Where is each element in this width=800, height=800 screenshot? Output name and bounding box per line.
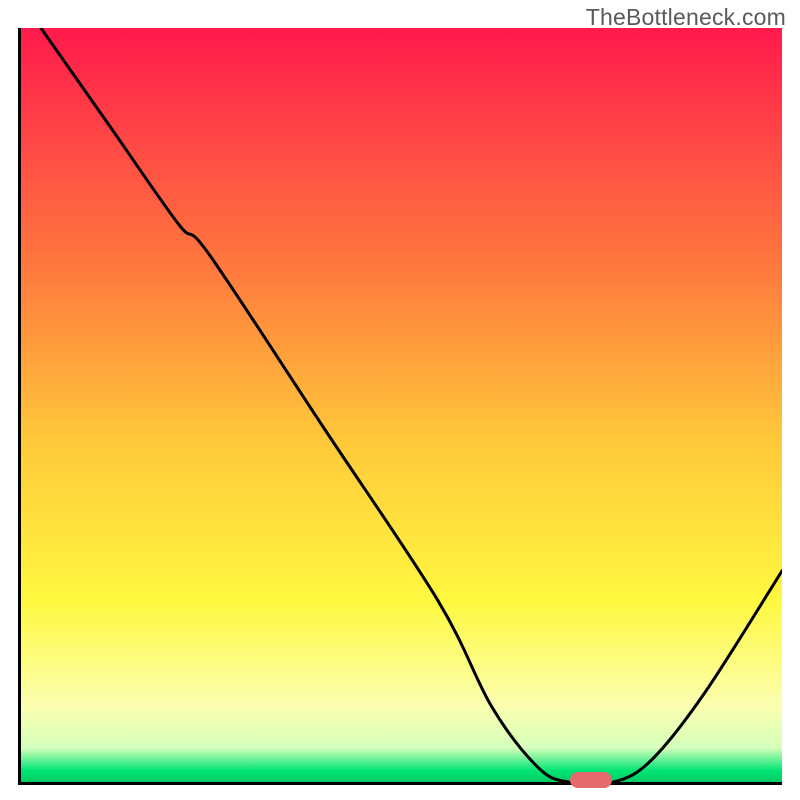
optimum-marker — [570, 772, 612, 788]
plot-area — [18, 28, 782, 782]
watermark-text: TheBottleneck.com — [586, 4, 786, 31]
x-axis — [18, 782, 782, 785]
plot-background — [18, 28, 782, 782]
y-axis — [18, 28, 21, 782]
chart-container: TheBottleneck.com — [0, 0, 800, 800]
